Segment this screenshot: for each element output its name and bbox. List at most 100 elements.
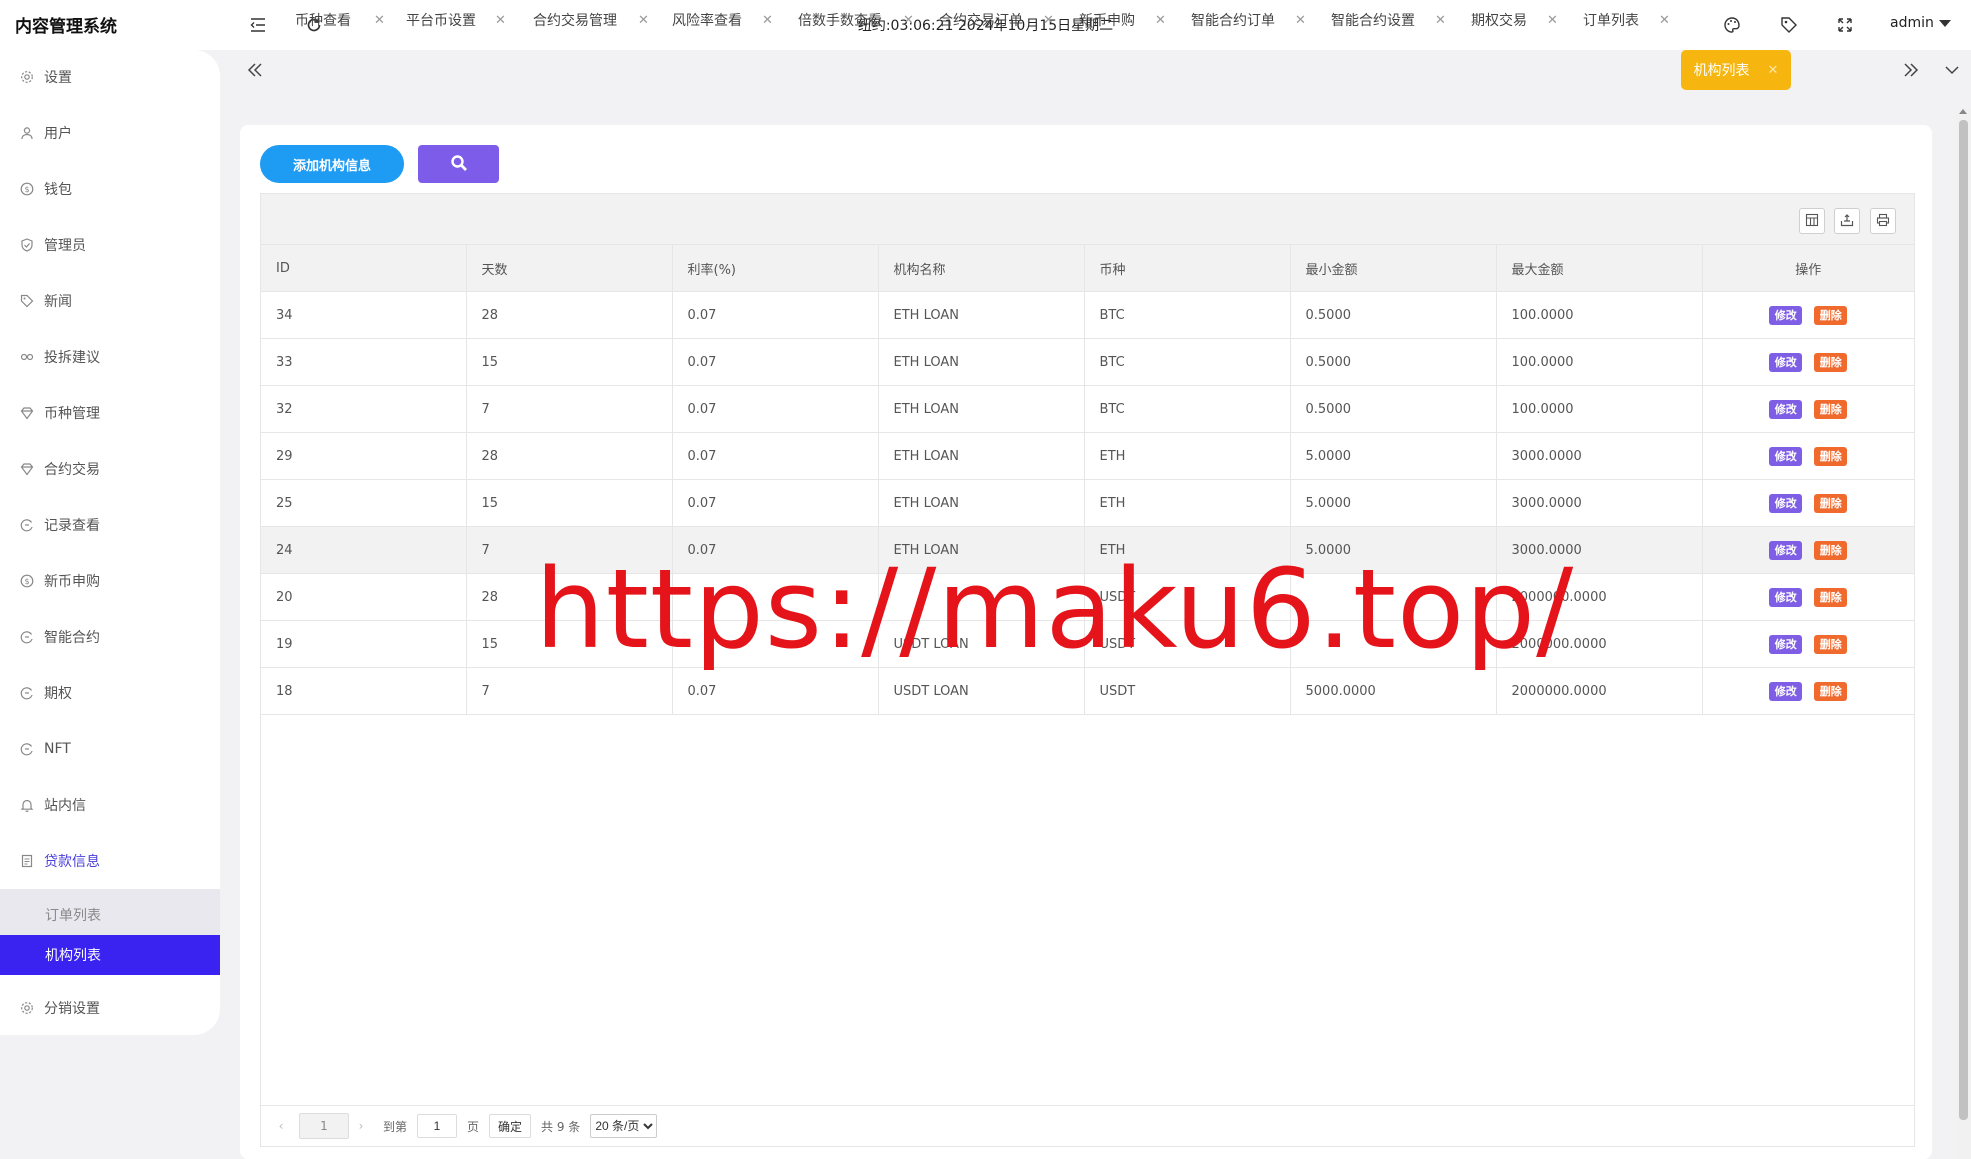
tab-label: 智能合约订单 (1191, 13, 1275, 29)
close-icon[interactable]: ✕ (638, 13, 649, 28)
menu-collapse-icon[interactable] (247, 14, 269, 36)
tab-scroll-left-icon[interactable] (243, 58, 267, 82)
tab-menu-dropdown-icon[interactable] (1940, 58, 1964, 82)
sidebar-item-records[interactable]: 记录查看 (0, 505, 220, 545)
edit-button[interactable]: 修改 (1769, 305, 1803, 325)
cell-max-amount: 2000000.0000 (1496, 667, 1703, 715)
tab-new-coin[interactable]: 新币申购 ✕ (1079, 0, 1166, 40)
close-icon[interactable]: ✕ (1043, 13, 1054, 28)
prev-page-icon[interactable]: ‹ (273, 1118, 289, 1134)
close-icon[interactable]: ✕ (762, 13, 773, 28)
tab-scroll-right-icon[interactable] (1899, 58, 1923, 82)
edit-button[interactable]: 修改 (1769, 446, 1803, 466)
column-header-id[interactable]: ID (261, 245, 467, 292)
sidebar-item-options[interactable]: 期权 (0, 673, 220, 713)
add-institution-button[interactable]: 添加机构信息 (260, 145, 404, 183)
delete-button[interactable]: 删除 (1814, 493, 1848, 513)
column-header-rate[interactable]: 利率(%) (672, 245, 879, 292)
edit-button[interactable]: 修改 (1769, 352, 1803, 372)
scrollbar-thumb[interactable] (1959, 120, 1968, 1120)
column-header-min-amount[interactable]: 最小金额 (1290, 245, 1497, 292)
goto-page-input[interactable] (417, 1114, 458, 1138)
close-icon[interactable]: ✕ (1659, 13, 1670, 28)
table-row: 19 15 USDT LOAN USDT 2000000.0000 修改 删除 (261, 620, 1914, 668)
sidebar-item-nft[interactable]: NFT (0, 729, 220, 769)
sidebar-item-users[interactable]: 用户 (0, 113, 220, 153)
sidebar-item-feedback[interactable]: 投拆建议 (0, 337, 220, 377)
sidebar-item-settings[interactable]: 设置 (0, 57, 220, 97)
tab-options-trading[interactable]: 期权交易 ✕ (1471, 0, 1558, 40)
edit-button[interactable]: 修改 (1769, 399, 1803, 419)
tab-risk-rate[interactable]: 风险率查看 ✕ (672, 0, 773, 40)
column-header-currency[interactable]: 币种 (1084, 245, 1291, 292)
delete-button[interactable]: 删除 (1814, 681, 1848, 701)
delete-button[interactable]: 删除 (1814, 352, 1848, 372)
delete-button[interactable]: 删除 (1814, 587, 1848, 607)
svg-text:$: $ (24, 577, 29, 586)
delete-button[interactable]: 删除 (1814, 399, 1848, 419)
sidebar-item-smart-contract[interactable]: 智能合约 (0, 617, 220, 657)
column-header-days[interactable]: 天数 (466, 245, 673, 292)
next-page-icon[interactable]: › (353, 1118, 369, 1134)
page-size-select[interactable]: 20 条/页 (590, 1114, 658, 1138)
edit-button[interactable]: 修改 (1769, 634, 1803, 654)
sidebar-item-loans[interactable]: 贷款信息 (0, 841, 220, 881)
tag-icon[interactable] (1778, 14, 1800, 36)
column-header-name[interactable]: 机构名称 (878, 245, 1085, 292)
column-header-max-amount[interactable]: 最大金额 (1496, 245, 1703, 292)
page-scrollbar[interactable] (1956, 108, 1971, 1159)
delete-button[interactable]: 删除 (1814, 305, 1848, 325)
sidebar-item-currency[interactable]: 币种管理 (0, 393, 220, 433)
close-icon[interactable]: ✕ (1547, 13, 1558, 28)
sidebar-item-ipo[interactable]: $ 新币申购 (0, 561, 220, 601)
delete-button[interactable]: 删除 (1814, 540, 1848, 560)
goto-confirm-button[interactable]: 确定 (489, 1114, 532, 1138)
close-icon[interactable]: ✕ (1295, 13, 1306, 28)
tab-order-list[interactable]: 订单列表 ✕ (1583, 0, 1670, 40)
close-icon[interactable]: ✕ (1155, 13, 1166, 28)
sidebar-item-label: 投拆建议 (44, 350, 100, 366)
edit-button[interactable]: 修改 (1769, 493, 1803, 513)
close-icon[interactable]: ✕ (1768, 63, 1779, 78)
tab-label: 币种查看 (295, 13, 351, 29)
tab-institution-list[interactable]: 机构列表 ✕ (1681, 50, 1791, 90)
close-icon[interactable]: ✕ (374, 13, 385, 28)
print-button[interactable] (1870, 208, 1896, 234)
sidebar-item-distribution[interactable]: 分销设置 (0, 988, 220, 1028)
tab-contract-manage[interactable]: 合约交易管理 ✕ (533, 0, 649, 40)
close-icon[interactable]: ✕ (1435, 13, 1446, 28)
tab-contract-orders[interactable]: 合约交易订单 ✕ (939, 0, 1054, 40)
cell-max-amount: 2000000.0000 (1496, 620, 1703, 668)
tab-smart-contract-settings[interactable]: 智能合约设置 ✕ (1331, 0, 1446, 40)
close-icon[interactable]: ✕ (495, 13, 506, 28)
submenu-item-orders[interactable]: 订单列表 (0, 895, 220, 935)
edit-button[interactable]: 修改 (1769, 681, 1803, 701)
sidebar-item-contract[interactable]: 合约交易 (0, 449, 220, 489)
edit-button[interactable]: 修改 (1769, 540, 1803, 560)
scroll-up-icon[interactable] (1959, 109, 1967, 114)
cell-rate: 0.07 (672, 526, 879, 574)
tab-leverage[interactable]: 倍数手数查看 ✕ (798, 0, 914, 40)
delete-button[interactable]: 删除 (1814, 634, 1848, 654)
delete-button[interactable]: 删除 (1814, 446, 1848, 466)
sidebar-item-news[interactable]: 新闻 (0, 281, 220, 321)
cell-currency: BTC (1084, 385, 1291, 433)
pagination: ‹ 1 › 到第 页 确定 共 9 条 20 条/页 (261, 1105, 1914, 1146)
sidebar-item-messages[interactable]: 站内信 (0, 785, 220, 825)
fullscreen-icon[interactable] (1834, 14, 1856, 36)
tab-currency-view[interactable]: 币种查看 ✕ (295, 0, 385, 40)
tab-smart-contract-orders[interactable]: 智能合约订单 ✕ (1191, 0, 1306, 40)
column-filter-button[interactable] (1799, 208, 1825, 234)
current-page[interactable]: 1 (299, 1113, 349, 1139)
search-button[interactable] (418, 145, 499, 183)
sidebar-item-wallet[interactable]: $ 钱包 (0, 169, 220, 209)
submenu-item-institutions[interactable]: 机构列表 (0, 935, 220, 975)
export-button[interactable] (1834, 208, 1860, 234)
sidebar-item-admins[interactable]: 管理员 (0, 225, 220, 265)
user-menu[interactable]: admin (1890, 15, 1951, 31)
theme-palette-icon[interactable] (1721, 14, 1743, 36)
edit-button[interactable]: 修改 (1769, 587, 1803, 607)
close-icon[interactable]: ✕ (903, 13, 914, 28)
tab-platform-coin[interactable]: 平台币设置 ✕ (406, 0, 506, 40)
cell-name: ETH LOAN (878, 385, 1085, 433)
